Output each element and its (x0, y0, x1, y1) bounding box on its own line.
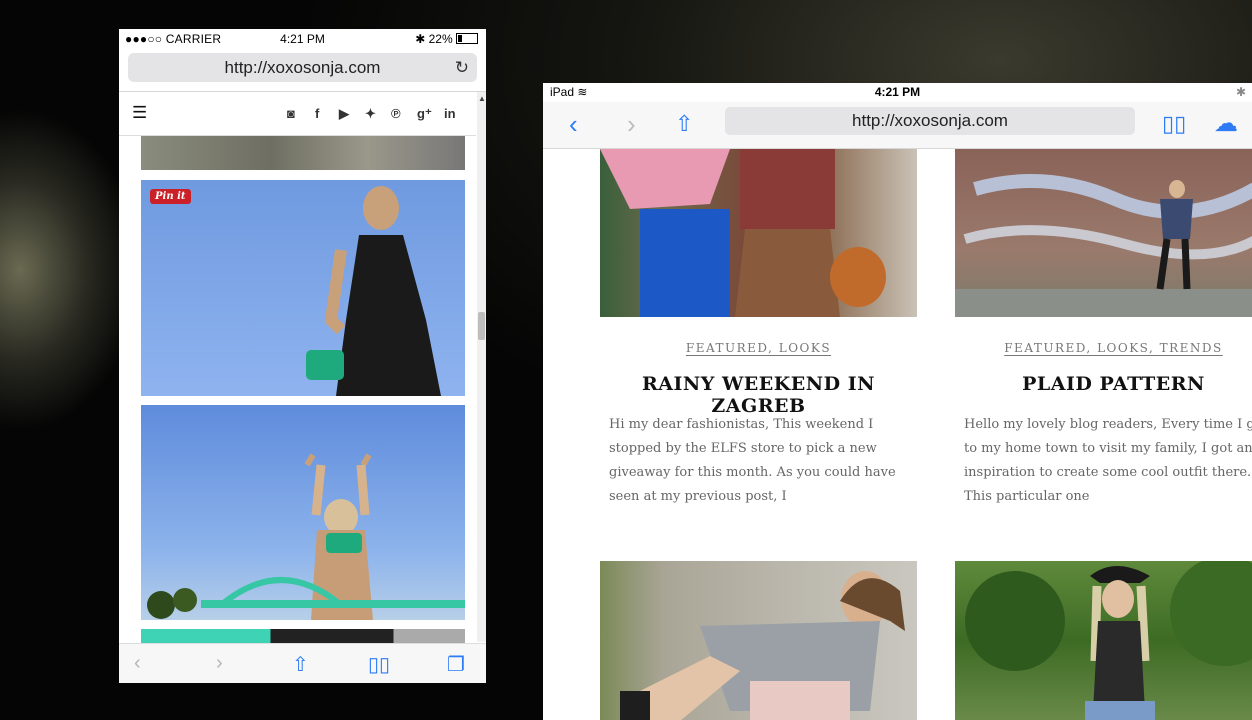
ipad-screen: iPad ≋ 4:21 PM ✱ ‹ › ⇧ http://xoxosonja.… (543, 83, 1252, 720)
back-icon[interactable]: ‹ (134, 652, 141, 675)
tablet-toolbar: ‹ › ⇧ http://xoxosonja.com ▯▯ ☁ (543, 102, 1252, 149)
bookmarks-icon[interactable]: ▯▯ (1162, 111, 1186, 137)
phone-url-text: http://xoxosonja.com (224, 58, 381, 77)
tabs-icon[interactable]: ❐ (447, 652, 465, 677)
photo-umbrella (600, 149, 886, 317)
post-image[interactable] (141, 405, 465, 620)
back-icon[interactable]: ‹ (569, 109, 578, 140)
phone-address-bar[interactable]: http://xoxosonja.com ↻ (128, 53, 477, 82)
instagram-icon[interactable]: ◙ (287, 106, 295, 121)
post-image[interactable] (955, 149, 1252, 317)
phone-status-bar: ●●●○○ CARRIER 4:21 PM ✱ 22% (119, 29, 486, 48)
post-image[interactable]: Pin it (141, 180, 465, 396)
photo-woman-black-dress (306, 186, 441, 396)
bluetooth-icon: ✱ (1235, 85, 1246, 99)
forward-icon[interactable]: › (627, 109, 636, 140)
post-image[interactable] (141, 136, 465, 170)
tablet-clock: 4:21 PM (874, 85, 921, 99)
pin-it-button[interactable]: Pin it (150, 189, 191, 204)
photo-woman-park (965, 561, 1252, 720)
bookmarks-icon[interactable]: ▯▯ (368, 652, 390, 677)
menu-icon[interactable]: ☰ (132, 103, 147, 123)
post-image[interactable] (600, 149, 917, 317)
photo-woman-sweater (620, 571, 905, 720)
share-icon[interactable]: ⇧ (675, 111, 693, 137)
forward-icon[interactable]: › (216, 652, 223, 675)
phone-battery: ✱ 22% (415, 32, 478, 46)
scrollbar-thumb[interactable] (478, 312, 485, 340)
post-title[interactable]: PLAID PATTERN (955, 373, 1252, 395)
tablet-status-bar: iPad ≋ 4:21 PM ✱ (543, 83, 1252, 102)
pinterest-icon[interactable]: ℗ (391, 106, 401, 121)
scroll-up-arrow-icon[interactable]: ▲ (478, 94, 486, 103)
twitter-icon[interactable]: ✦ (365, 106, 376, 122)
reload-icon[interactable]: ↻ (455, 58, 469, 78)
iphone-screen: ●●●○○ CARRIER 4:21 PM ✱ 22% http://xoxos… (119, 29, 486, 683)
share-icon[interactable]: ⇧ (292, 652, 309, 677)
phone-toolbar: ‹ › ⇧ ▯▯ ❐ (119, 643, 486, 683)
post-image[interactable] (600, 561, 917, 720)
youtube-icon[interactable]: ▶ (339, 106, 349, 122)
battery-icon (456, 33, 478, 44)
linkedin-icon[interactable]: in (444, 106, 456, 121)
post-image[interactable] (141, 629, 465, 643)
scrollbar[interactable]: ▲ (477, 92, 486, 642)
post-categories[interactable]: FEATURED, LOOKS (600, 341, 917, 355)
bluetooth-icon: ✱ (415, 32, 426, 46)
photo-graffiti-wall (955, 174, 1252, 317)
facebook-icon[interactable]: f (315, 106, 319, 121)
site-header: ☰ ◙ f ▶ ✦ ℗ g⁺ in (119, 92, 476, 136)
post-image[interactable] (955, 561, 1252, 720)
post-title[interactable]: RAINY WEEKEND IN ZAGREB (600, 373, 917, 417)
google-plus-icon[interactable]: g⁺ (417, 106, 432, 122)
cloud-tabs-icon[interactable]: ☁ (1214, 109, 1238, 138)
tablet-address-bar[interactable]: http://xoxosonja.com (725, 107, 1135, 135)
post-categories[interactable]: FEATURED, LOOKS, TRENDS (955, 341, 1252, 355)
photo-bridge (147, 453, 465, 620)
battery-percent: 22% (428, 32, 453, 46)
post-excerpt: Hello my lovely blog readers, Every time… (964, 417, 1252, 504)
post-excerpt: Hi my dear fashionistas, This weekend I … (609, 417, 896, 504)
